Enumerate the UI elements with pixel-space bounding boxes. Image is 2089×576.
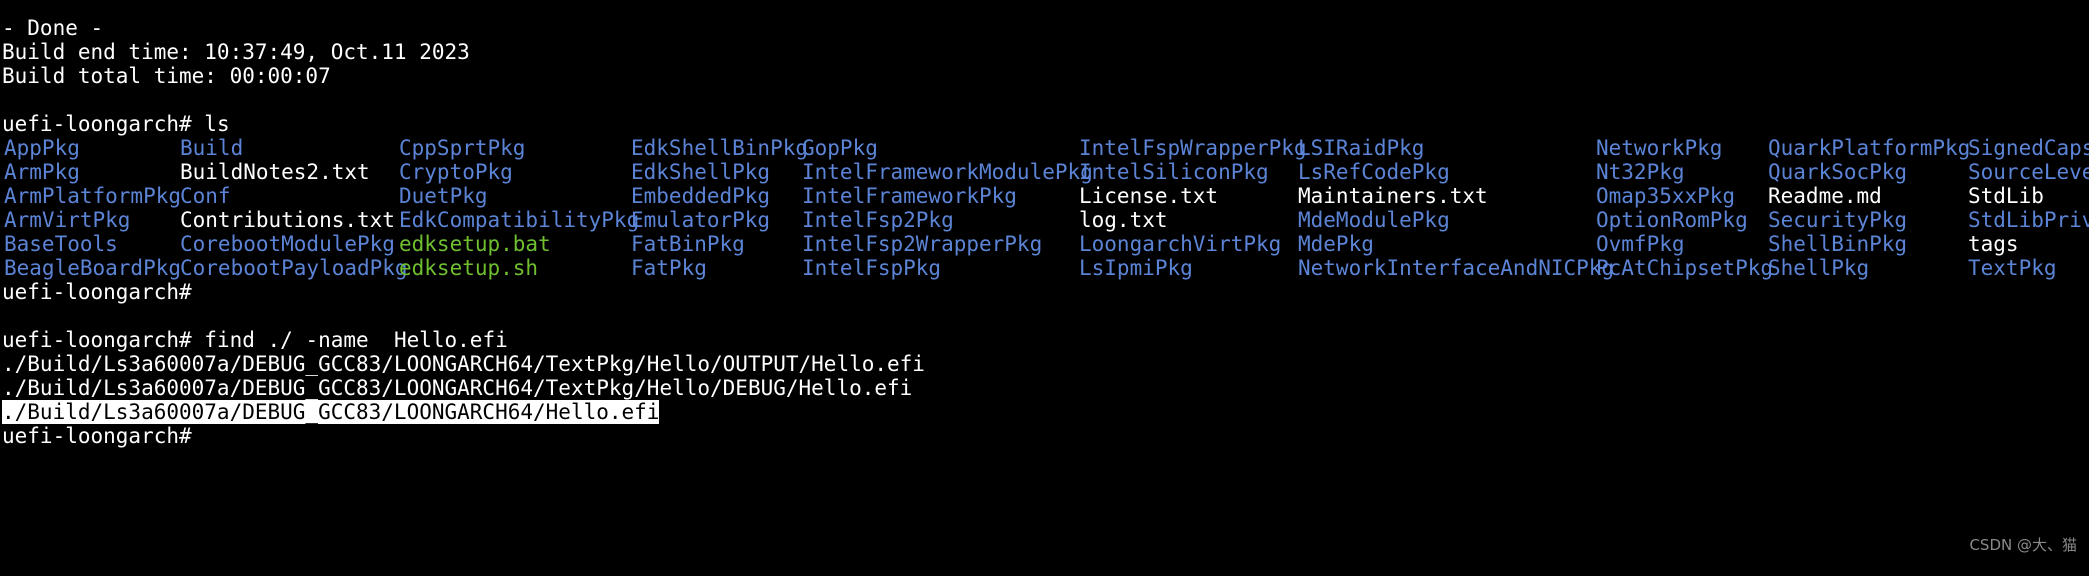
find-command-line: uefi-loongarch# find ./ -name Hello.efi	[2, 328, 2089, 352]
ls-entry[interactable]: CorebootPayloadPkg	[180, 256, 408, 280]
ls-entry[interactable]: ShellBinPkg	[1768, 232, 1907, 256]
ls-entry[interactable]: IntelSiliconPkg	[1079, 160, 1269, 184]
ls-entry[interactable]: SecurityPkg	[1768, 208, 1907, 232]
ls-entry[interactable]: StdLib	[1968, 184, 2044, 208]
final-prompt-line: uefi-loongarch#	[2, 424, 192, 448]
ls-entry[interactable]: QuarkSocPkg	[1768, 160, 1907, 184]
csdn-watermark: CSDN @大、猫	[1969, 536, 2077, 554]
ls-entry[interactable]: NetworkPkg	[1596, 136, 1722, 160]
ls-entry[interactable]: log.txt	[1079, 208, 1168, 232]
ls-entry[interactable]: CorebootModulePkg	[180, 232, 395, 256]
ls-entry[interactable]: edksetup.bat	[399, 232, 551, 256]
ls-output-row: BeagleBoardPkg CorebootPayloadPkg edkset…	[2, 256, 2089, 280]
ls-entry[interactable]: IntelFspPkg	[802, 256, 941, 280]
ls-entry[interactable]: LsIpmiPkg	[1079, 256, 1193, 280]
ls-entry[interactable]: EmbeddedPkg	[631, 184, 770, 208]
ls-entry[interactable]: tags	[1968, 232, 2019, 256]
ls-entry[interactable]: CppSprtPkg	[399, 136, 525, 160]
prompt-label: uefi-loongarch#	[2, 112, 205, 136]
ls-entry[interactable]: EdkShellPkg	[631, 160, 770, 184]
ls-entry[interactable]: IntelFrameworkModulePkg	[802, 160, 1093, 184]
ls-output-row: BaseTools CorebootModulePkg edksetup.bat…	[2, 232, 2089, 256]
build-done-line: - Done -	[2, 16, 104, 40]
ls-entry[interactable]: BuildNotes2.txt	[180, 160, 370, 184]
ls-entry[interactable]: edksetup.sh	[399, 256, 538, 280]
ls-entry[interactable]: IntelFsp2WrapperPkg	[802, 232, 1042, 256]
ls-entry[interactable]: LoongarchVirtPkg	[1079, 232, 1281, 256]
ls-entry[interactable]: LSIRaidPkg	[1298, 136, 1424, 160]
ls-output-row: ArmPkg BuildNotes2.txt CryptoPkg EdkShel…	[2, 160, 2089, 184]
ls-entry[interactable]: Conf	[180, 184, 231, 208]
build-end-time-line: Build end time: 10:37:49, Oct.11 2023	[2, 40, 470, 64]
ls-entry[interactable]: License.txt	[1079, 184, 1218, 208]
ls-entry[interactable]: TextPkg	[1968, 256, 2057, 280]
ls-entry[interactable]: Nt32Pkg	[1596, 160, 1685, 184]
ls-entry[interactable]: OptionRomPkg	[1596, 208, 1748, 232]
find-result-path[interactable]: ./Build/Ls3a60007a/DEBUG_GCC83/LOONGARCH…	[2, 376, 2089, 400]
ls-entry[interactable]: SourceLevel	[1968, 160, 2089, 184]
ls-entry[interactable]: GopPkg	[802, 136, 878, 160]
ls-entry[interactable]: IntelFrameworkPkg	[802, 184, 1017, 208]
ls-entry[interactable]: DuetPkg	[399, 184, 488, 208]
ls-entry[interactable]: LsRefCodePkg	[1298, 160, 1450, 184]
ls-entry[interactable]: NetworkInterfaceAndNICPkg	[1298, 256, 1614, 280]
ls-entry[interactable]: IntelFspWrapperPkg	[1079, 136, 1307, 160]
ls-entry[interactable]: FatPkg	[631, 256, 707, 280]
ls-command-line: uefi-loongarch# ls	[2, 112, 2089, 136]
text-cursor	[659, 403, 661, 423]
ls-output-row: ArmPlatformPkg Conf DuetPkg EmbeddedPkg …	[2, 184, 2089, 208]
ls-entry[interactable]: IntelFsp2Pkg	[802, 208, 954, 232]
ls-entry[interactable]: MdePkg	[1298, 232, 1374, 256]
selected-text[interactable]: ./Build/Ls3a60007a/DEBUG_GCC83/LOONGARCH…	[2, 400, 660, 424]
ls-entry[interactable]: BaseTools	[4, 232, 118, 256]
ls-entry[interactable]: QuarkPlatformPkg	[1768, 136, 1970, 160]
find-result-path[interactable]: ./Build/Ls3a60007a/DEBUG_GCC83/LOONGARCH…	[2, 352, 2089, 376]
idle-prompt-line: uefi-loongarch#	[2, 280, 192, 304]
ls-entry[interactable]: SignedCapsu	[1968, 136, 2089, 160]
ls-entry[interactable]: ArmPlatformPkg	[4, 184, 181, 208]
ls-entry[interactable]: PcAtChipsetPkg	[1596, 256, 1773, 280]
ls-entry[interactable]: ShellPkg	[1768, 256, 1869, 280]
ls-entry[interactable]: Omap35xxPkg	[1596, 184, 1735, 208]
ls-entry[interactable]: StdLibPriva	[1968, 208, 2089, 232]
find-command-text: find ./ -name Hello.efi	[204, 328, 508, 352]
ls-output-row: AppPkg Build CppSprtPkg EdkShellBinPkg G…	[2, 136, 2089, 160]
ls-entry[interactable]: ArmPkg	[4, 160, 80, 184]
ls-entry[interactable]: Readme.md	[1768, 184, 1882, 208]
ls-command-text: ls	[204, 112, 230, 136]
ls-entry[interactable]: FatBinPkg	[631, 232, 745, 256]
ls-entry[interactable]: MdeModulePkg	[1298, 208, 1450, 232]
ls-entry[interactable]: EdkShellBinPkg	[631, 136, 808, 160]
ls-entry[interactable]: OvmfPkg	[1596, 232, 1685, 256]
find-result-path-selected[interactable]: ./Build/Ls3a60007a/DEBUG_GCC83/LOONGARCH…	[2, 400, 2089, 424]
build-total-time-line: Build total time: 00:00:07	[2, 64, 331, 88]
ls-entry[interactable]: BeagleBoardPkg	[4, 256, 181, 280]
ls-entry[interactable]: CryptoPkg	[399, 160, 513, 184]
ls-output-row: ArmVirtPkg Contributions.txt EdkCompatib…	[2, 208, 2089, 232]
ls-entry[interactable]: Contributions.txt	[180, 208, 395, 232]
ls-entry[interactable]: EdkCompatibilityPkg	[399, 208, 639, 232]
terminal-window[interactable]: - Done - Build end time: 10:37:49, Oct.1…	[0, 0, 2089, 576]
ls-entry[interactable]: Build	[180, 136, 243, 160]
ls-entry[interactable]: AppPkg	[4, 136, 80, 160]
ls-entry[interactable]: ArmVirtPkg	[4, 208, 130, 232]
ls-entry[interactable]: EmulatorPkg	[631, 208, 770, 232]
ls-entry[interactable]: Maintainers.txt	[1298, 184, 1488, 208]
